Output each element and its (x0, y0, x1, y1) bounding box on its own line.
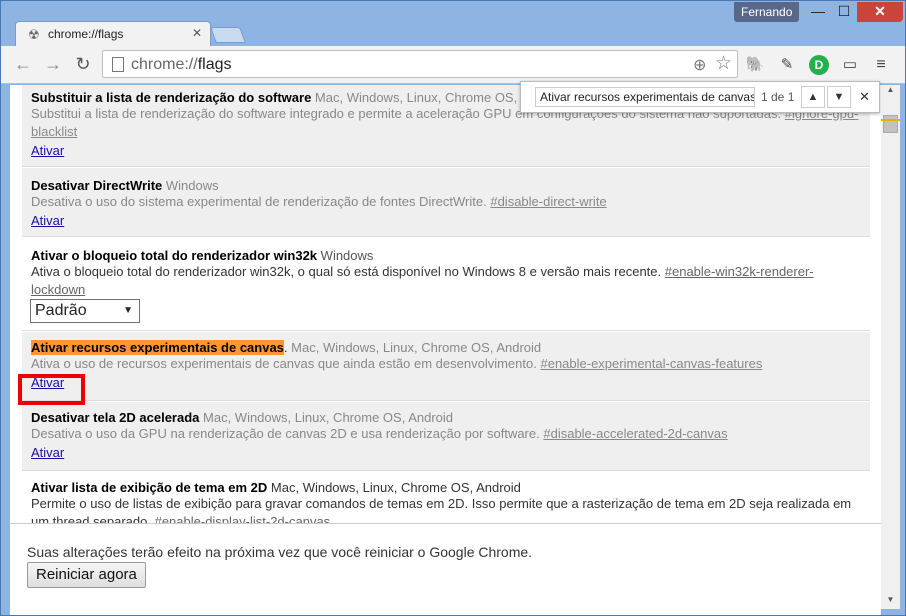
menu-icon[interactable]: ≡ (871, 55, 891, 75)
evernote-icon[interactable]: 🐘 (745, 55, 765, 75)
enable-link[interactable]: Ativar (31, 213, 64, 228)
restart-button[interactable]: Reiniciar agora (27, 562, 146, 588)
scroll-down-icon[interactable]: ▼ (881, 595, 900, 609)
close-window-button[interactable]: ✕ (857, 2, 903, 22)
experiment-select[interactable]: Padrão ▼ (30, 299, 140, 323)
experiment-item: Desativar DirectWrite Windows Desativa o… (22, 168, 870, 237)
experiment-item: Ativar lista de exibição de tema em 2D M… (31, 480, 852, 523)
find-close-icon[interactable]: ✕ (859, 89, 870, 105)
profile-button[interactable]: Fernando (734, 2, 800, 22)
find-prev-button[interactable]: ▲ (801, 86, 825, 108)
maximize-button[interactable]: ☐ (831, 2, 857, 22)
find-bar: Ativar recursos experimentais de canvas … (520, 81, 880, 113)
experiment-item: Desativar tela 2D acelerada Mac, Windows… (22, 402, 870, 471)
restart-footer: Suas alterações terão efeito na próxima … (10, 523, 881, 615)
minimize-button[interactable]: — (805, 2, 831, 22)
browser-window: Fernando — ☐ ✕ ☢ chrome://flags ✕ ← → ↻ … (0, 0, 906, 616)
zoom-icon[interactable]: ⊕ (693, 55, 706, 75)
star-icon[interactable]: ☆ (715, 52, 732, 75)
experiment-item: Ativar o bloqueio total do renderizador … (22, 238, 870, 331)
back-button[interactable]: ← (11, 53, 35, 77)
tab-title: chrome://flags (48, 27, 124, 41)
address-bar[interactable]: chrome://flags ⊕ ☆ (102, 50, 738, 78)
highlight-box (18, 374, 85, 405)
new-tab-button[interactable] (210, 27, 246, 43)
tab-flags[interactable]: ☢ chrome://flags ✕ (15, 21, 211, 47)
flask-icon: ☢ (28, 27, 40, 42)
scrollbar[interactable]: ▲ ▼ (881, 85, 900, 609)
page-content: Substituir a lista de renderização do so… (10, 85, 883, 523)
toolbar: ← → ↻ chrome://flags ⊕ ☆ 🐘 ✎ D ▭ ≡ (1, 46, 905, 84)
pen-icon[interactable]: ✎ (777, 55, 797, 75)
enable-link[interactable]: Ativar (31, 445, 64, 460)
find-next-button[interactable]: ▼ (827, 86, 851, 108)
page-icon (112, 57, 124, 72)
scroll-thumb[interactable] (883, 115, 898, 133)
find-count: 1 de 1 (761, 90, 795, 104)
find-match-marker (881, 119, 900, 121)
enable-link[interactable]: Ativar (31, 143, 64, 158)
url-text: chrome://flags (131, 56, 232, 73)
tab-close-icon[interactable]: ✕ (192, 26, 202, 40)
find-input[interactable]: Ativar recursos experimentais de canvas (535, 87, 755, 107)
cast-icon[interactable]: ▭ (840, 55, 860, 75)
restart-message: Suas alterações terão efeito na próxima … (27, 544, 533, 560)
experiment-item-highlighted: Ativar recursos experimentais de canvas.… (22, 332, 870, 401)
scroll-up-icon[interactable]: ▲ (881, 85, 900, 99)
chevron-down-icon: ▼ (123, 305, 133, 316)
extension-icon[interactable]: D (809, 55, 829, 75)
title-bar: Fernando — ☐ ✕ ☢ chrome://flags ✕ (1, 1, 905, 47)
reload-button[interactable]: ↻ (71, 53, 95, 77)
forward-button[interactable]: → (41, 53, 65, 77)
